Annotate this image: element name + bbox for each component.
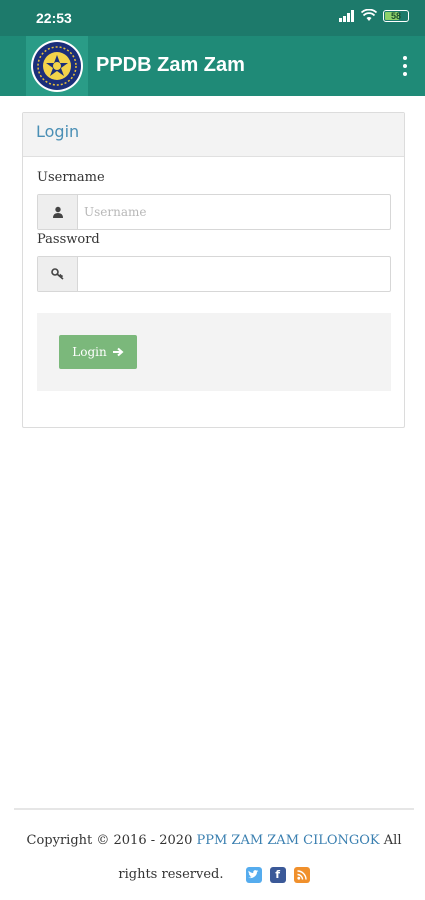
wifi-icon [361, 9, 377, 21]
login-button[interactable]: Login [59, 335, 137, 369]
battery-level: 58 [390, 10, 401, 21]
app-bar: PPDB Zam Zam [0, 36, 425, 96]
user-icon [38, 195, 78, 229]
app-logo [26, 36, 88, 96]
org-link[interactable]: PPM ZAM ZAM CILONGOK [196, 833, 379, 848]
footer-divider [14, 808, 414, 810]
social-links: f [245, 866, 310, 883]
battery-icon: 58 [383, 9, 409, 22]
password-input[interactable] [78, 257, 390, 291]
username-input-group [37, 194, 391, 230]
overflow-menu-icon[interactable] [401, 56, 409, 76]
zam-zam-emblem-icon [31, 40, 83, 92]
twitter-icon[interactable] [245, 866, 262, 883]
status-icons: 58 [339, 9, 409, 22]
login-button-label: Login [72, 345, 107, 359]
signal-icon [339, 9, 355, 22]
password-input-group [37, 256, 391, 292]
form-actions: Login [37, 313, 391, 391]
rss-icon[interactable] [293, 866, 310, 883]
app-title: PPDB Zam Zam [96, 54, 245, 76]
arrow-right-icon [112, 347, 124, 357]
facebook-icon[interactable]: f [269, 866, 286, 883]
login-panel-title: Login [36, 122, 80, 141]
status-time: 22:53 [36, 10, 72, 26]
status-bar: 22:53 58 [0, 0, 425, 36]
copyright-prefix: Copyright © 2016 - 2020 [26, 833, 197, 848]
password-label: Password [37, 232, 100, 247]
login-panel-header: Login [23, 113, 404, 157]
username-label: Username [37, 170, 105, 185]
footer: Copyright © 2016 - 2020 PPM ZAM ZAM CILO… [14, 824, 414, 892]
key-icon [38, 257, 78, 291]
login-panel: Login Username Password Login [22, 112, 405, 428]
username-input[interactable] [78, 195, 390, 229]
